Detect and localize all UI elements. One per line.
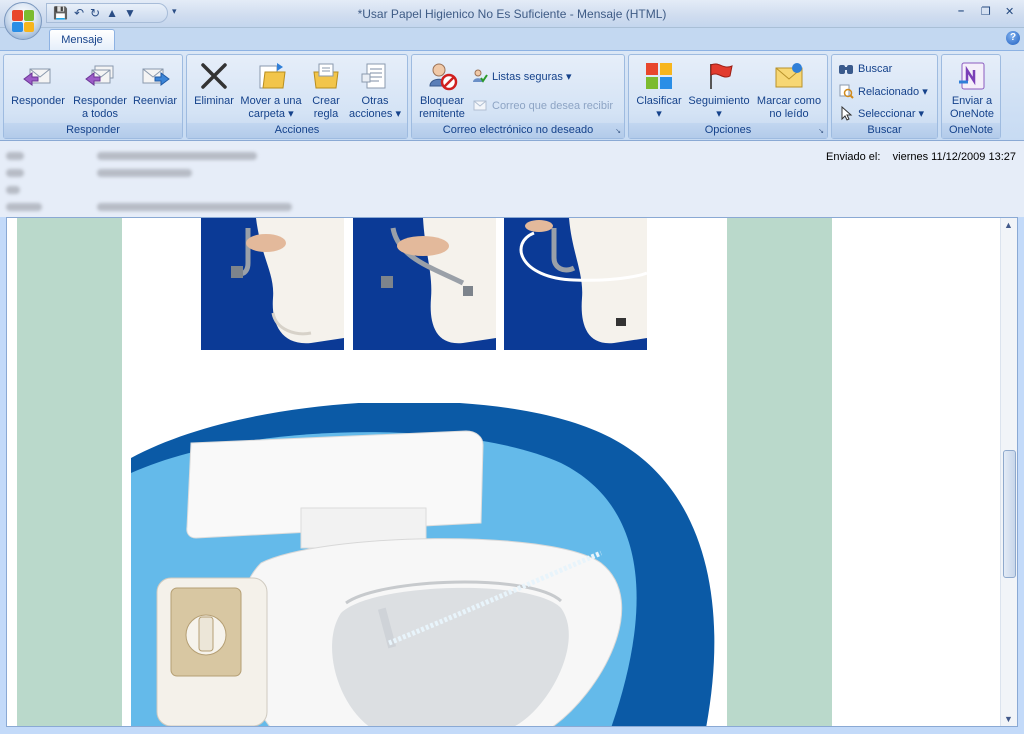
product-photo-3 [504, 218, 647, 350]
create-rule-icon [313, 63, 339, 89]
move-folder-icon [259, 63, 286, 89]
message-header: Enviado el: viernes 11/12/2009 13:27 [0, 141, 1024, 217]
office-button[interactable] [4, 2, 42, 40]
safe-lists-icon [473, 69, 488, 83]
bidet-product-image [131, 403, 715, 726]
window-title: *Usar Papel Higienico No Es Suficiente -… [357, 7, 667, 21]
group-buscar: Buscar Relacionado ▾ Seleccionar ▾ Busca… [831, 54, 938, 139]
group-label-responder: Responder [4, 123, 182, 138]
send-to-onenote-button[interactable]: Enviar a OneNote [944, 57, 1000, 121]
find-button[interactable]: Buscar [838, 61, 892, 77]
group-onenote: Enviar a OneNote OneNote [941, 54, 1001, 139]
other-actions-icon [361, 63, 386, 89]
scroll-up-icon[interactable]: ▲ [1004, 220, 1013, 230]
title-bar: 💾 ↶ ↻ ▲ ▼ ▾ *Usar Papel Higienico No Es … [0, 0, 1024, 40]
product-photo-1 [201, 218, 344, 350]
left-margin-band [17, 218, 122, 726]
reply-all-icon [85, 65, 114, 86]
message-body[interactable]: ▲ ▼ [6, 217, 1018, 727]
sent-value: viernes 11/12/2009 13:27 [892, 151, 1016, 163]
not-junk-icon [473, 100, 487, 111]
group-acciones: Eliminar Mover a una carpeta ▾ Crear reg… [186, 54, 408, 139]
forward-icon [142, 68, 170, 86]
sent-date: Enviado el: viernes 11/12/2009 13:27 [826, 151, 1016, 163]
reply-all-button[interactable]: Responder a todos [70, 57, 130, 121]
block-sender-icon [429, 63, 458, 91]
onenote-icon [959, 62, 985, 90]
header-row-subject [6, 202, 292, 213]
reply-button[interactable]: Responder [8, 57, 68, 108]
scrollbar-thumb[interactable] [1003, 450, 1016, 578]
tab-mensaje[interactable]: Mensaje [49, 29, 115, 51]
select-icon [841, 105, 853, 121]
scroll-down-icon[interactable]: ▼ [1004, 714, 1013, 724]
follow-up-flag-icon [710, 63, 733, 89]
other-actions-button[interactable]: Otras acciones ▾ [347, 57, 403, 121]
header-row-from [6, 151, 257, 162]
group-label-onenote: OneNote [942, 123, 1000, 138]
related-icon [839, 84, 854, 99]
forward-button[interactable]: Reenviar [130, 57, 180, 108]
group-label-buscar: Buscar [832, 123, 937, 138]
dialog-launcher-icon[interactable]: ↘ [615, 127, 621, 135]
follow-up-button[interactable]: Seguimiento ▾ [685, 57, 753, 121]
group-opciones: Clasificar ▾ Seguimiento ▾ Marcar como n… [628, 54, 828, 139]
dialog-launcher-icon[interactable]: ↘ [818, 127, 824, 135]
move-to-folder-button[interactable]: Mover a una carpeta ▾ [237, 57, 305, 121]
status-bar [0, 727, 1024, 734]
select-button[interactable]: Seleccionar ▾ [838, 105, 924, 121]
categorize-icon [646, 63, 672, 89]
header-row-cc [6, 185, 20, 196]
help-icon[interactable]: ? [1006, 31, 1020, 45]
group-responder: Responder Responder a todos Reenviar Res… [3, 54, 183, 139]
delete-icon [201, 63, 227, 89]
close-button[interactable]: ✕ [1005, 5, 1014, 18]
not-junk-button[interactable]: Correo que desea recibir [472, 98, 613, 114]
mark-unread-icon [775, 63, 803, 88]
mark-unread-button[interactable]: Marcar como no leído [753, 57, 825, 121]
safe-lists-button[interactable]: Listas seguras ▾ [472, 68, 572, 84]
group-label-junk-mail: Correo electrónico no deseado [412, 123, 624, 138]
delete-button[interactable]: Eliminar [190, 57, 238, 108]
header-row-to [6, 168, 192, 179]
find-icon [839, 65, 853, 74]
sent-label: Enviado el: [825, 151, 881, 163]
block-sender-button[interactable]: Bloquear remitente [414, 57, 470, 121]
product-photo-2 [353, 218, 496, 350]
group-label-acciones: Acciones [187, 123, 407, 138]
group-label-opciones: Opciones [629, 123, 827, 138]
restore-button[interactable]: ❐ [981, 5, 991, 18]
create-rule-button[interactable]: Crear regla [305, 57, 347, 121]
reply-icon [23, 68, 51, 86]
group-junk-mail: Bloquear remitente Listas seguras ▾ Corr… [411, 54, 625, 139]
vertical-scrollbar[interactable]: ▲ ▼ [1000, 218, 1017, 726]
ribbon-tabs: Mensaje ? [0, 28, 1024, 51]
right-margin-band [727, 218, 832, 726]
categorize-button[interactable]: Clasificar ▾ [633, 57, 685, 121]
related-button[interactable]: Relacionado ▾ [838, 83, 928, 99]
ribbon: Responder Responder a todos Reenviar Res… [0, 50, 1024, 141]
office-logo-icon [12, 10, 34, 32]
minimize-button[interactable]: – [958, 5, 964, 17]
